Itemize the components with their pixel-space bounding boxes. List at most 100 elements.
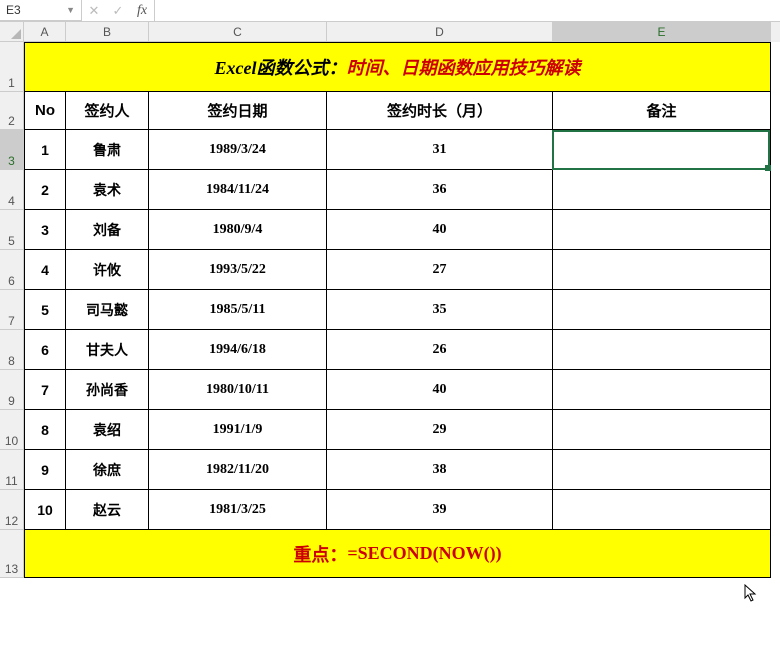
cell-note[interactable] (553, 370, 771, 410)
cell-date[interactable]: 1985/5/11 (149, 290, 327, 330)
cell-no[interactable]: 3 (24, 210, 66, 250)
row-header[interactable]: 4 (0, 170, 24, 210)
row-header[interactable]: 11 (0, 450, 24, 490)
cell-date[interactable]: 1981/3/25 (149, 490, 327, 530)
table-row: 13 重点： =SECOND(NOW()) (0, 530, 780, 578)
col-header-d[interactable]: D (327, 22, 553, 42)
cell-note[interactable] (553, 130, 771, 170)
col-header-c[interactable]: C (149, 22, 327, 42)
table-row: 1 Excel函数公式： 时间、日期函数应用技巧解读 (0, 42, 780, 92)
cell-no[interactable]: 6 (24, 330, 66, 370)
confirm-icon[interactable]: ✓ (106, 0, 130, 21)
spreadsheet: A B C D E 1 Excel函数公式： 时间、日期函数应用技巧解读 2 N… (0, 22, 780, 578)
header-months[interactable]: 签约时长（月） (327, 92, 553, 130)
col-header-e[interactable]: E (553, 22, 771, 42)
cell-note[interactable] (553, 290, 771, 330)
row-header[interactable]: 3 (0, 130, 24, 170)
cell-signer[interactable]: 孙尚香 (66, 370, 149, 410)
cell-signer[interactable]: 司马懿 (66, 290, 149, 330)
col-header-a[interactable]: A (24, 22, 66, 42)
cell-no[interactable]: 1 (24, 130, 66, 170)
row-header[interactable]: 5 (0, 210, 24, 250)
cell-no[interactable]: 2 (24, 170, 66, 210)
name-box[interactable]: E3 ▼ (0, 0, 82, 21)
cell-note[interactable] (553, 410, 771, 450)
row-header[interactable]: 1 (0, 42, 24, 92)
table-row: 1210赵云1981/3/2539 (0, 490, 780, 530)
title-part1: Excel函数公式： (215, 54, 347, 80)
table-row: 2 No 签约人 签约日期 签约时长（月） 备注 (0, 92, 780, 130)
cell-months[interactable]: 35 (327, 290, 553, 330)
row-header[interactable]: 13 (0, 530, 24, 578)
fx-icon[interactable]: fx (130, 0, 154, 21)
table-row: 42袁术1984/11/2436 (0, 170, 780, 210)
title-part2: 时间、日期函数应用技巧解读 (347, 54, 581, 80)
table-row: 108袁绍1991/1/929 (0, 410, 780, 450)
footer-cell[interactable]: 重点： =SECOND(NOW()) (24, 530, 771, 578)
header-date[interactable]: 签约日期 (149, 92, 327, 130)
cancel-icon[interactable]: ✕ (82, 0, 106, 21)
cell-date[interactable]: 1989/3/24 (149, 130, 327, 170)
cell-months[interactable]: 26 (327, 330, 553, 370)
row-header[interactable]: 2 (0, 92, 24, 130)
cell-months[interactable]: 40 (327, 210, 553, 250)
cell-no[interactable]: 5 (24, 290, 66, 330)
cell-note[interactable] (553, 250, 771, 290)
cell-months[interactable]: 27 (327, 250, 553, 290)
cell-date[interactable]: 1984/11/24 (149, 170, 327, 210)
cell-months[interactable]: 39 (327, 490, 553, 530)
table-row: 53刘备1980/9/440 (0, 210, 780, 250)
table-row: 31鲁肃1989/3/2431 (0, 130, 780, 170)
cell-note[interactable] (553, 450, 771, 490)
cell-months[interactable]: 36 (327, 170, 553, 210)
cell-date[interactable]: 1980/9/4 (149, 210, 327, 250)
cell-no[interactable]: 4 (24, 250, 66, 290)
cell-date[interactable]: 1994/6/18 (149, 330, 327, 370)
cell-signer[interactable]: 刘备 (66, 210, 149, 250)
row-header[interactable]: 7 (0, 290, 24, 330)
row-header[interactable]: 9 (0, 370, 24, 410)
cell-date[interactable]: 1991/1/9 (149, 410, 327, 450)
cell-no[interactable]: 9 (24, 450, 66, 490)
title-cell[interactable]: Excel函数公式： 时间、日期函数应用技巧解读 (24, 42, 771, 92)
cell-note[interactable] (553, 490, 771, 530)
cursor-icon (744, 584, 758, 607)
header-no[interactable]: No (24, 92, 66, 130)
row-header[interactable]: 8 (0, 330, 24, 370)
cell-date[interactable]: 1980/10/11 (149, 370, 327, 410)
cell-signer[interactable]: 袁术 (66, 170, 149, 210)
cell-signer[interactable]: 赵云 (66, 490, 149, 530)
formula-bar: E3 ▼ ✕ ✓ fx (0, 0, 780, 22)
cell-signer[interactable]: 甘夫人 (66, 330, 149, 370)
header-note[interactable]: 备注 (553, 92, 771, 130)
row-header[interactable]: 6 (0, 250, 24, 290)
header-signer[interactable]: 签约人 (66, 92, 149, 130)
formula-bar-buttons: ✕ ✓ fx (82, 0, 155, 21)
cell-note[interactable] (553, 170, 771, 210)
cell-no[interactable]: 8 (24, 410, 66, 450)
cell-date[interactable]: 1982/11/20 (149, 450, 327, 490)
cell-months[interactable]: 40 (327, 370, 553, 410)
row-header[interactable]: 12 (0, 490, 24, 530)
cell-note[interactable] (553, 330, 771, 370)
table-row: 75司马懿1985/5/1135 (0, 290, 780, 330)
cell-note[interactable] (553, 210, 771, 250)
column-headers: A B C D E (24, 22, 780, 42)
select-all-corner[interactable] (0, 22, 24, 42)
cell-signer[interactable]: 许攸 (66, 250, 149, 290)
cell-signer[interactable]: 鲁肃 (66, 130, 149, 170)
col-header-b[interactable]: B (66, 22, 149, 42)
cell-no[interactable]: 7 (24, 370, 66, 410)
cell-months[interactable]: 38 (327, 450, 553, 490)
table-row: 86甘夫人1994/6/1826 (0, 330, 780, 370)
cell-months[interactable]: 29 (327, 410, 553, 450)
cell-signer[interactable]: 徐庶 (66, 450, 149, 490)
formula-input[interactable] (155, 0, 780, 21)
cell-date[interactable]: 1993/5/22 (149, 250, 327, 290)
cell-signer[interactable]: 袁绍 (66, 410, 149, 450)
row-header[interactable]: 10 (0, 410, 24, 450)
cell-no[interactable]: 10 (24, 490, 66, 530)
name-box-dropdown-icon[interactable]: ▼ (66, 5, 75, 15)
table-row: 119徐庶1982/11/2038 (0, 450, 780, 490)
cell-months[interactable]: 31 (327, 130, 553, 170)
